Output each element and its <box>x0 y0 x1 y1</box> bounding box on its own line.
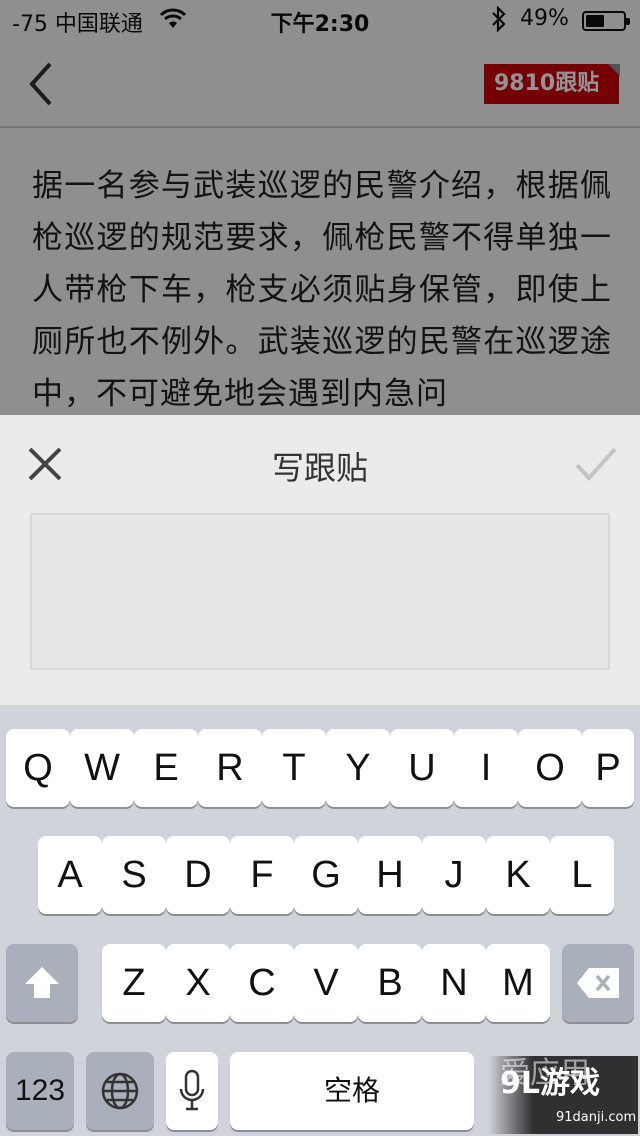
microphone-icon <box>179 1069 205 1111</box>
key-o[interactable]: O <box>518 729 582 807</box>
backspace-key[interactable] <box>562 944 634 1022</box>
comment-input[interactable] <box>30 513 610 670</box>
watermark-url: 91danji.com <box>556 1110 637 1125</box>
shift-icon <box>25 967 59 998</box>
key-i[interactable]: I <box>454 729 518 807</box>
compose-title: 写跟贴 <box>271 449 368 487</box>
key-g[interactable]: G <box>294 836 358 914</box>
globe-key[interactable] <box>86 1052 154 1130</box>
key-y[interactable]: Y <box>326 729 390 807</box>
key-q[interactable]: Q <box>6 729 70 807</box>
key-j[interactable]: J <box>422 836 486 914</box>
key-s[interactable]: S <box>102 836 166 914</box>
key-c[interactable]: C <box>230 944 294 1022</box>
comment-compose-panel: 写跟贴 <box>0 415 640 705</box>
key-m[interactable]: M <box>486 944 550 1022</box>
key-d[interactable]: D <box>166 836 230 914</box>
watermark-brand: 9L游戏 <box>500 1066 600 1101</box>
numbers-key[interactable]: 123 <box>6 1052 74 1130</box>
key-f[interactable]: F <box>230 836 294 914</box>
key-v[interactable]: V <box>294 944 358 1022</box>
dictation-key[interactable] <box>166 1052 218 1130</box>
key-k[interactable]: K <box>486 836 550 914</box>
check-icon[interactable] <box>574 445 618 483</box>
dim-overlay[interactable] <box>0 0 640 415</box>
key-w[interactable]: W <box>70 729 134 807</box>
shift-key[interactable] <box>6 944 78 1022</box>
backspace-icon <box>577 968 619 998</box>
key-x[interactable]: X <box>166 944 230 1022</box>
key-n[interactable]: N <box>422 944 486 1022</box>
key-r[interactable]: R <box>198 729 262 807</box>
key-b[interactable]: B <box>358 944 422 1022</box>
key-u[interactable]: U <box>390 729 454 807</box>
space-key[interactable]: 空格 <box>230 1052 474 1130</box>
key-l[interactable]: L <box>550 836 614 914</box>
key-e[interactable]: E <box>134 729 198 807</box>
globe-icon <box>101 1072 139 1110</box>
key-t[interactable]: T <box>262 729 326 807</box>
key-z[interactable]: Z <box>102 944 166 1022</box>
key-a[interactable]: A <box>38 836 102 914</box>
key-h[interactable]: H <box>358 836 422 914</box>
key-p[interactable]: P <box>582 729 634 807</box>
